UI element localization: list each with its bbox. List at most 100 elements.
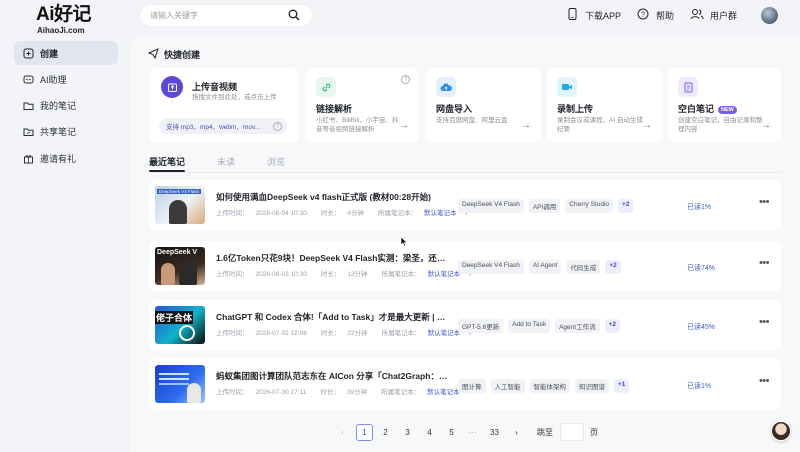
send-icon xyxy=(147,48,159,61)
search-input[interactable] xyxy=(150,11,280,20)
tab-browsed[interactable]: 浏览 xyxy=(267,155,285,168)
arrow-right-icon: → xyxy=(399,120,409,131)
more-tags-badge[interactable]: +1 xyxy=(614,379,630,393)
tab-active-indicator xyxy=(149,170,185,172)
duration: 时长： 4分钟 xyxy=(321,207,371,217)
more-options-icon[interactable]: ••• xyxy=(759,375,770,387)
record-upload-card[interactable]: 录制上传 录制会议或课程，AI 自动生成纪要 → xyxy=(547,68,662,142)
sidebar-item-my-notes[interactable]: 我的笔记 xyxy=(14,94,118,118)
cloud-upload-icon xyxy=(436,77,456,97)
avatar[interactable] xyxy=(761,7,778,24)
assistant-avatar[interactable] xyxy=(771,421,791,441)
note-row[interactable]: DeepSeek V4 Flash 如何使用满血DeepSeek v4 flas… xyxy=(149,180,781,230)
more-tags-badge[interactable]: +2 xyxy=(618,199,634,213)
tag[interactable]: 知识图谱 xyxy=(575,379,609,393)
search-icon[interactable] xyxy=(288,9,300,23)
more-options-icon[interactable]: ••• xyxy=(759,316,770,328)
page-2-button[interactable]: 2 xyxy=(377,424,394,441)
link-parse-card[interactable]: 链接解析 小红书、BiliBili、小宇宙、抖音等音视频链接解析 ? → xyxy=(306,68,419,142)
tag[interactable]: 图计算 xyxy=(458,379,486,393)
upload-card[interactable]: 上传音视频 拖拽文件到此处，或点击上传 支持 mp3、mp4、webm、mov.… xyxy=(149,68,299,142)
video-thumbnail: 佬子合体 xyxy=(155,306,205,344)
video-camera-icon xyxy=(557,77,577,97)
upload-time-label: 上传时间： xyxy=(216,389,249,396)
notebook-link[interactable]: 默认笔记本 xyxy=(424,210,457,217)
thumbnail-text: DeepSeek V xyxy=(157,249,198,256)
logo[interactable]: Ai好记 AihaoJi.com xyxy=(36,4,92,35)
upload-time-value: 2026-07-31 12:08 xyxy=(255,330,307,337)
notebook-link[interactable]: 默认笔记本 xyxy=(428,271,461,278)
upload-time: 上传时间： 2026-08-03 10:30 xyxy=(216,268,314,278)
sidebar-item-create[interactable]: 创建 xyxy=(14,41,118,65)
tab-recent[interactable]: 最近笔记 xyxy=(149,155,185,168)
note-title[interactable]: 蚂蚁集团图计算团队范志东在 AICon 分享「Chat2Graph：Graph … xyxy=(216,370,451,382)
next-page-button[interactable]: › xyxy=(508,424,525,441)
jump-label: 跳至 xyxy=(537,428,553,437)
tag[interactable]: Cherry Studio xyxy=(565,199,614,213)
download-app-label: 下载APP xyxy=(585,10,622,21)
duration-label: 时长： xyxy=(320,330,341,337)
duration-value: 39分钟 xyxy=(346,389,368,396)
tag[interactable]: 人工智能 xyxy=(490,379,525,393)
sidebar-item-invite[interactable]: 邀请有礼 xyxy=(14,146,118,170)
note-row[interactable]: 佬子合体 ChatGPT 和 Codex 合体!「Add to Task」才是最… xyxy=(149,300,781,350)
prev-page-button[interactable]: ‹ xyxy=(334,424,351,441)
tag[interactable]: Add to Task xyxy=(508,319,551,333)
notebook-label: 所属笔记本： xyxy=(381,271,421,278)
note-title[interactable]: 如何使用满血DeepSeek v4 flash正式版 (教材00:28开始) xyxy=(216,191,451,203)
page-4-button[interactable]: 4 xyxy=(421,424,438,441)
download-app-button[interactable]: 下载APP xyxy=(568,8,621,22)
video-thumbnail xyxy=(155,365,205,403)
tag[interactable]: Agent工作流 xyxy=(555,319,600,333)
help-button[interactable]: ? 帮助 xyxy=(637,8,674,22)
help-circle-icon[interactable]: ? xyxy=(273,122,282,131)
page-ellipsis[interactable]: ··· xyxy=(464,424,481,441)
upload-time: 上传时间： 2026-07-31 12:08 xyxy=(216,327,314,337)
user-group-button[interactable]: 用户群 xyxy=(690,8,737,22)
search-box[interactable] xyxy=(140,5,312,26)
more-options-icon[interactable]: ••• xyxy=(759,257,770,269)
sidebar-item-shared-notes[interactable]: 共享笔记 xyxy=(14,120,118,144)
quick-create-label: 快捷创建 xyxy=(164,50,201,60)
notebook-link[interactable]: 默认笔记本 xyxy=(427,389,460,396)
cloud-import-title: 网盘导入 xyxy=(436,104,473,114)
note-row[interactable]: 蚂蚁集团图计算团队范志东在 AICon 分享「Chat2Graph：Graph … xyxy=(149,359,781,409)
note-title[interactable]: 1.6亿Token只花9块！DeepSeek V4 Flash实测：梁圣，还是梁… xyxy=(216,252,451,264)
tab-unread[interactable]: 未读 xyxy=(217,155,235,168)
page-5-button[interactable]: 5 xyxy=(443,424,460,441)
tag[interactable]: DeepSeek V4 Flash xyxy=(458,260,524,274)
sidebar-item-ai-assistant[interactable]: AI助理 xyxy=(14,67,118,91)
tag[interactable]: 代码生成 xyxy=(566,260,601,274)
tag[interactable]: API调用 xyxy=(528,199,561,213)
more-tags-badge[interactable]: +2 xyxy=(605,260,621,274)
arrow-right-icon: → xyxy=(761,120,771,131)
more-tags-badge[interactable]: +2 xyxy=(604,319,620,333)
ai-assistant-icon xyxy=(23,74,34,85)
upload-time-value: 2026-08-03 10:30 xyxy=(255,271,307,278)
tag-list: DeepSeek V4 Flash API调用 Cherry Studio +2 xyxy=(458,199,638,213)
page-3-button[interactable]: 3 xyxy=(399,424,416,441)
page-last-button[interactable]: 33 xyxy=(486,424,503,441)
arrow-right-icon: → xyxy=(521,120,531,131)
more-options-icon[interactable]: ••• xyxy=(759,196,770,208)
sidebar: Ai好记 AihaoJi.com 创建 AI助理 我的笔记 共享笔记 邀请有礼 xyxy=(0,0,130,452)
blank-note-card[interactable]: 空白笔记 NEW 创建空白笔记，自由记录和整理内容 → xyxy=(668,68,781,142)
notebook-label: 所属笔记本： xyxy=(381,389,421,396)
page-1-button[interactable]: 1 xyxy=(356,424,373,441)
link-parse-desc: 小红书、BiliBili、小宇宙、抖音等音视频链接解析 xyxy=(316,117,399,133)
tag[interactable]: GPT-5.6更新 xyxy=(458,319,504,333)
thumbnail-text: 佬子合体 xyxy=(155,311,194,324)
person-figure xyxy=(169,200,187,224)
page-jump-input[interactable] xyxy=(560,423,584,441)
note-title[interactable]: ChatGPT 和 Codex 合体!「Add to Task」才是最大更新 |… xyxy=(216,311,451,323)
sidebar-nav: 创建 AI助理 我的笔记 共享笔记 邀请有礼 xyxy=(14,41,118,172)
upload-title: 上传音视频 xyxy=(192,82,238,92)
tag[interactable]: AI Agent xyxy=(528,260,562,274)
tag[interactable]: 智能体架构 xyxy=(529,379,570,393)
note-row[interactable]: DeepSeek V 1.6亿Token只花9块！DeepSeek V4 Fla… xyxy=(149,241,781,291)
cloud-import-card[interactable]: 网盘导入 支持百度网盘、阿里云盘 → xyxy=(426,68,541,142)
upload-time-value: 2026-08-04 10:30 xyxy=(255,210,307,217)
notebook-link[interactable]: 默认笔记本 xyxy=(428,330,461,337)
help-circle-icon[interactable]: ? xyxy=(401,75,410,84)
tag[interactable]: DeepSeek V4 Flash xyxy=(458,199,524,213)
